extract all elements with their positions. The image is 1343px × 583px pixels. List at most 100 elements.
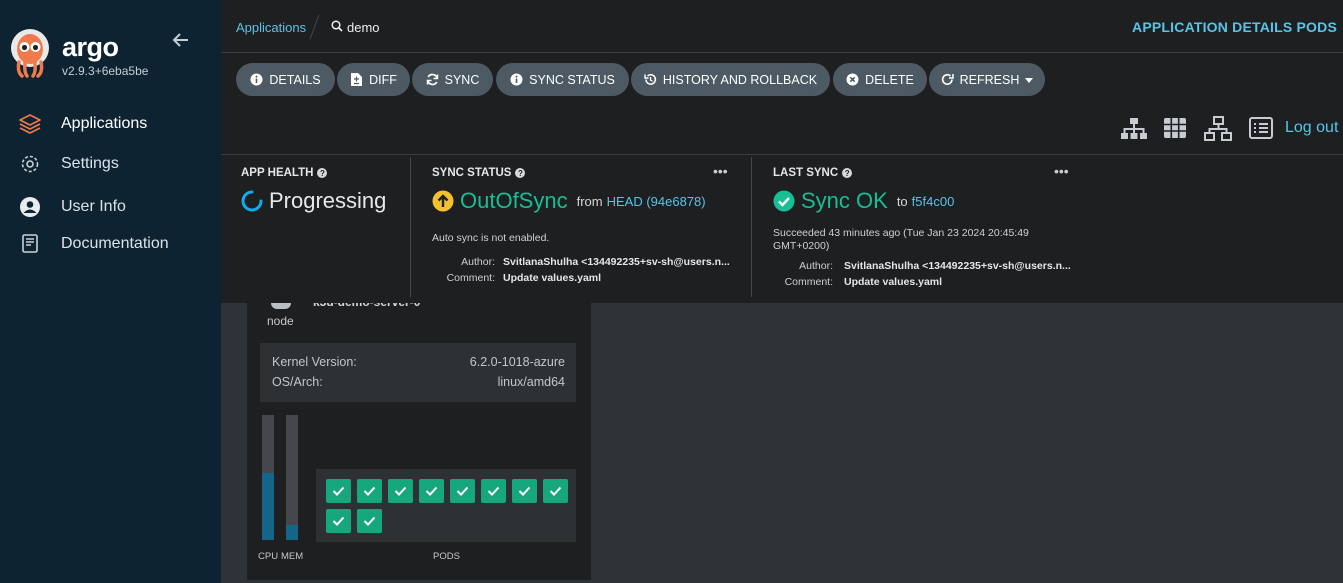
argo-logo [10,28,50,85]
details-button[interactable]: DETAILS [236,63,335,96]
more-options-icon[interactable]: ••• [713,163,728,179]
pod-status-square[interactable] [388,479,413,503]
os-arch-value: linux/amd64 [497,375,565,389]
layers-icon [18,112,42,136]
check-icon [487,486,500,496]
times-circle-icon [846,73,859,86]
check-circle-icon [773,190,795,212]
breadcrumb-current[interactable]: demo [331,20,380,35]
check-icon [363,516,376,526]
app-health-status: Progressing [241,188,386,214]
info-icon [510,73,523,86]
sidebar-item-settings[interactable]: Settings [0,149,221,179]
cpu-label: CPU [258,551,279,562]
memory-usage-fill [286,525,298,540]
succeeded-line-2: GMT+0200) [773,240,830,252]
comment-key: Comment: [784,276,833,288]
check-icon [518,486,531,496]
node-icon [271,303,291,309]
sync-button[interactable]: SYNC [412,63,493,96]
collapse-sidebar-icon[interactable] [171,30,191,56]
pod-status-square[interactable] [357,479,382,503]
book-icon [18,232,42,256]
check-icon [549,486,562,496]
breadcrumb-current-label: demo [347,20,380,35]
history-icon [644,73,657,86]
tree-view-icon[interactable] [1120,117,1148,141]
app-status-panel: APP HEALTH ? Progressing SYNC STATUS ? •… [221,155,1343,303]
auto-sync-note: Auto sync is not enabled. [432,232,550,244]
pod-status-square[interactable] [326,479,351,503]
memory-usage-bar [286,415,298,540]
sync-status-button[interactable]: SYNC STATUS [496,63,629,96]
kernel-version-key: Kernel Version: [272,355,357,369]
os-arch-key: OS/Arch: [272,375,323,389]
breadcrumb-separator [309,14,320,40]
pod-status-square[interactable] [481,479,506,503]
sync-status-value: OutOfSync from HEAD (94e6878) [432,188,706,214]
divider [221,52,1343,53]
top-bar: Applications demo APPLICATION DETAILS PO… [221,0,1343,155]
sync-icon [426,73,439,86]
help-icon[interactable]: ? [515,168,526,178]
cpu-usage-bar [262,415,274,540]
author-key: Author: [461,256,495,268]
pod-status-square[interactable] [450,479,475,503]
help-icon[interactable]: ? [317,168,328,178]
revision-link[interactable]: f5f4c00 [912,194,955,209]
comment-value: Update values.yaml [844,276,943,288]
sidebar-item-documentation[interactable]: Documentation [0,229,221,259]
pods-grid-icon[interactable] [1163,117,1191,141]
pod-status-square[interactable] [357,509,382,533]
check-icon [332,486,345,496]
arrow-circle-up-icon [432,190,454,212]
more-options-icon[interactable]: ••• [1054,163,1069,179]
comment-key: Comment: [446,272,495,284]
check-icon [456,486,469,496]
brand-name: argo [62,32,119,62]
gear-icon [18,152,42,176]
last-sync-value: Sync OK to f5f4c00 [773,188,954,214]
logout-link[interactable]: Log out [1285,119,1338,137]
search-icon [331,20,343,35]
author-key: Author: [799,260,833,272]
info-icon [250,73,263,86]
pod-status-square[interactable] [512,479,537,503]
list-view-icon[interactable] [1249,117,1277,141]
last-sync-heading: LAST SYNC ? [773,167,853,179]
succeeded-line-1: Succeeded 43 minutes ago (Tue Jan 23 202… [773,227,1029,239]
diff-button[interactable]: DIFF [337,63,410,96]
pod-status-square[interactable] [543,479,568,503]
sidebar-item-applications[interactable]: Applications [0,109,221,139]
cpu-usage-fill [262,472,274,540]
file-diff-icon [350,73,363,86]
delete-button[interactable]: DELETE [833,63,927,96]
sidebar-item-user-info[interactable]: User Info [0,192,221,222]
check-icon [363,486,376,496]
check-icon [394,486,407,496]
pod-status-square[interactable] [419,479,444,503]
network-view-icon[interactable] [1204,116,1232,141]
node-kind-label: node [267,314,294,328]
breadcrumb-applications[interactable]: Applications [236,20,306,35]
user-circle-icon [18,195,42,219]
redo-icon [941,73,954,86]
help-icon[interactable]: ? [842,168,853,178]
author-value: SvitlanaShulha <134492235+sv-sh@users.n.… [503,256,730,268]
refresh-button[interactable]: REFRESH [929,63,1045,96]
version-label: v2.9.3+6eba5be [62,64,149,78]
sidebar-item-label: Settings [61,155,119,172]
divider [751,157,752,297]
pods-grid [316,469,576,542]
history-and-rollback-button[interactable]: HISTORY AND ROLLBACK [631,63,830,96]
caret-down-icon [1025,73,1034,87]
author-value: SvitlanaShulha <134492235+sv-sh@users.n.… [844,260,1071,272]
comment-value: Update values.yaml [503,272,602,284]
revision-link[interactable]: HEAD (94e6878) [607,194,706,209]
sidebar-item-label: Documentation [61,235,169,252]
pod-status-square[interactable] [326,509,351,533]
check-icon [425,486,438,496]
sidebar-item-label: Applications [61,115,148,132]
pods-label: PODS [433,551,460,562]
node-card[interactable]: k3d-demo-server-0 node Kernel Version: 6… [247,303,591,580]
